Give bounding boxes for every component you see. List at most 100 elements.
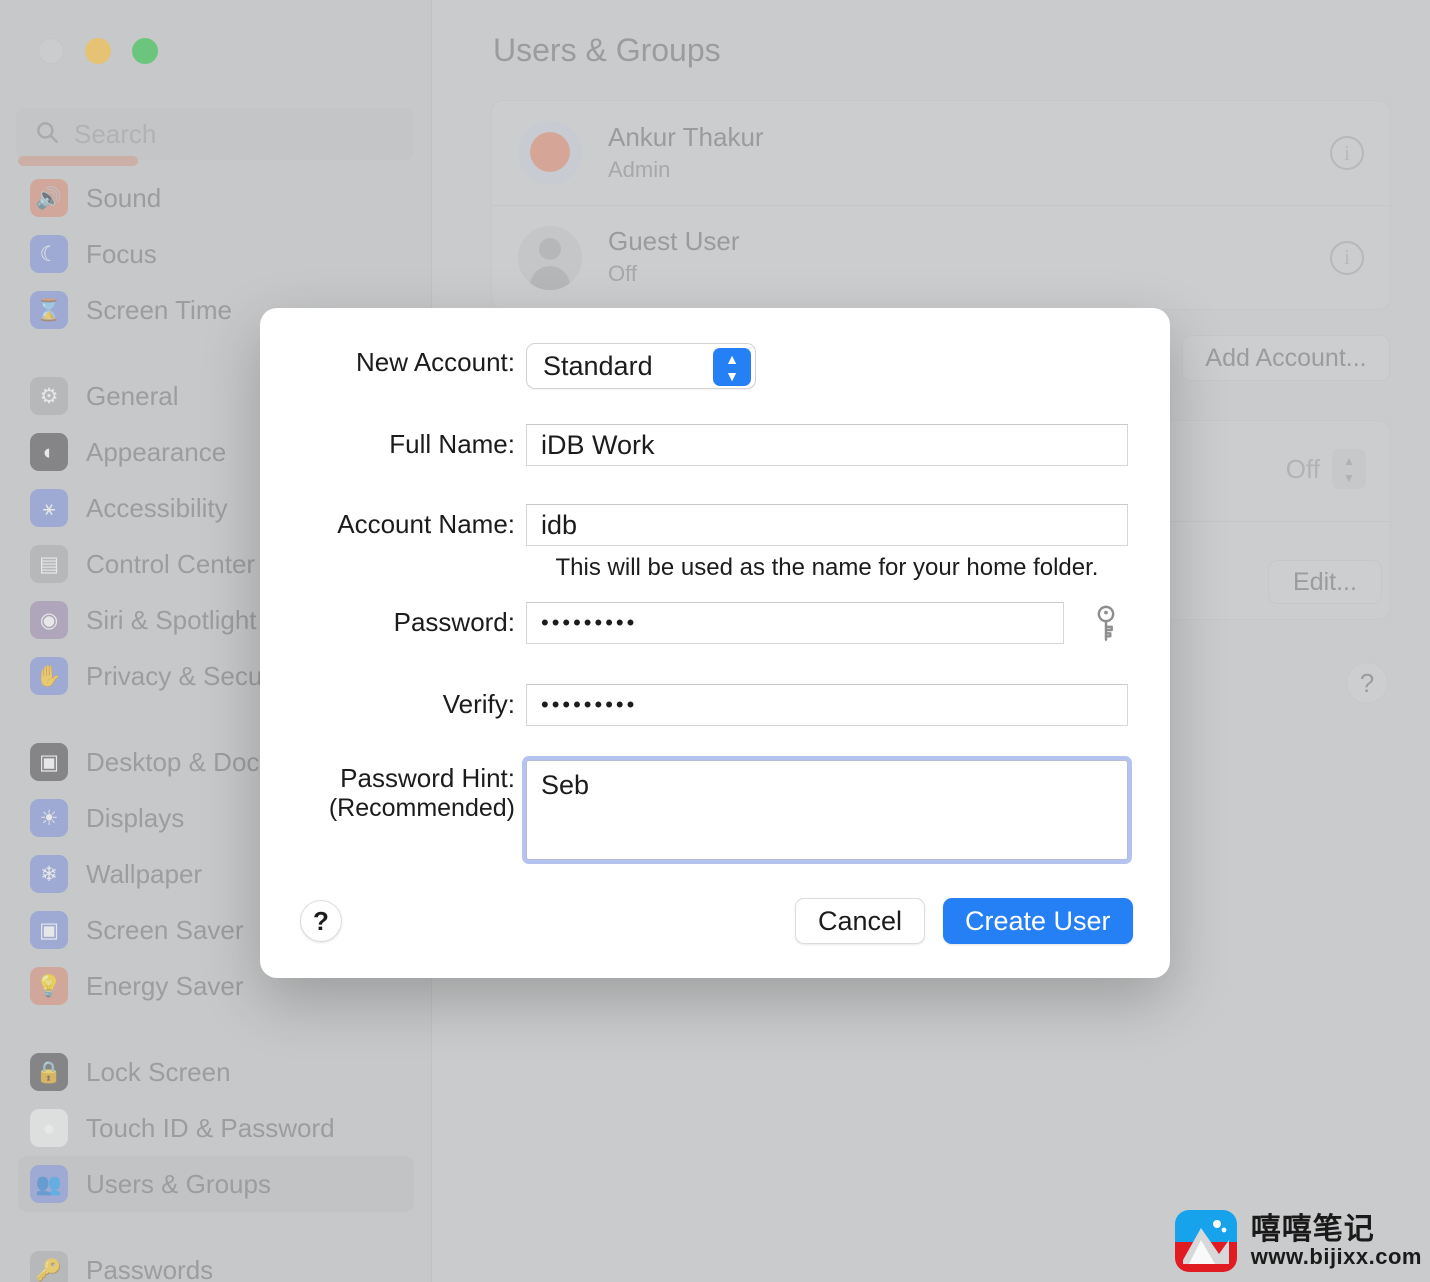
screen-root: Search 🔊 Sound ☾ Focus ⌛ Screen Time ⚙ General ◐… xyxy=(0,0,1430,1282)
sidebar-item-lock-screen[interactable]: 🔒 Lock Screen xyxy=(18,1044,414,1100)
sidebar-item-passwords[interactable]: 🔑 Passwords xyxy=(18,1242,414,1282)
create-user-button[interactable]: Create User xyxy=(943,898,1133,944)
sliders-icon: ▤ xyxy=(30,545,68,583)
window-traffic-lights xyxy=(38,38,158,64)
password-key-icon[interactable] xyxy=(1088,604,1124,644)
password-label: Password: xyxy=(393,607,515,637)
sidebar-item-label: Control Center xyxy=(86,548,256,579)
desktop-icon: ▣ xyxy=(30,743,68,781)
password-masked-value: ••••••••• xyxy=(541,610,638,635)
user-name: Guest User xyxy=(608,226,740,257)
table-row[interactable]: Ankur Thakur Admin i xyxy=(492,101,1390,205)
sidebar-item-label: General xyxy=(86,380,179,411)
sidebar-item-label: Accessibility xyxy=(86,492,228,523)
search-field[interactable]: Search xyxy=(16,108,414,160)
close-window-button[interactable] xyxy=(38,38,64,64)
sidebar-group-separator xyxy=(0,1014,431,1044)
siri-icon: ◉ xyxy=(30,601,68,639)
sidebar-item-label: Users & Groups xyxy=(86,1168,271,1199)
watermark-text: 嘻嘻笔记 www.bijixx.com xyxy=(1251,1214,1422,1269)
sidebar-item-label: Displays xyxy=(86,802,185,833)
full-name-input[interactable]: iDB Work xyxy=(526,424,1128,466)
sidebar-item-label: Wallpaper xyxy=(86,858,203,889)
user-info: Ankur Thakur Admin xyxy=(608,121,1304,186)
password-hint-sublabel: (Recommended) xyxy=(328,794,515,822)
dialog-help-button[interactable]: ? xyxy=(300,900,342,942)
sidebar-item-label: Desktop & Dock xyxy=(86,746,273,777)
full-name-label: Full Name: xyxy=(389,429,515,459)
search-placeholder: Search xyxy=(74,118,157,149)
bulb-icon: 💡 xyxy=(30,967,68,1005)
watermark: 嘻嘻笔记 www.bijixx.com xyxy=(1174,1210,1422,1272)
sidebar-item-label: Focus xyxy=(86,238,157,269)
new-account-value: Standard xyxy=(543,350,653,381)
sidebar-item-label: Passwords xyxy=(86,1254,214,1282)
account-name-label: Account Name: xyxy=(337,509,515,539)
sidebar-item-label: Energy Saver xyxy=(86,970,244,1001)
sidebar-item-touch-id-password[interactable]: ● Touch ID & Password xyxy=(18,1100,414,1156)
sidebar-item-label: Sound xyxy=(86,182,162,213)
watermark-logo-icon xyxy=(1174,1210,1237,1272)
password-hint-label: Password Hint: (Recommended) xyxy=(260,763,515,823)
accessibility-icon: ⚹ xyxy=(30,489,68,527)
table-row[interactable]: Guest User Off i xyxy=(492,205,1390,309)
moon-icon: ☾ xyxy=(30,235,68,273)
verify-masked-value: ••••••••• xyxy=(541,692,638,717)
new-account-select[interactable]: Standard ▲ ▼ xyxy=(526,343,756,389)
cancel-button[interactable]: Cancel xyxy=(795,898,926,944)
sidebar-item-label: Appearance xyxy=(86,436,227,467)
user-role: Admin xyxy=(608,156,671,182)
brightness-icon: ☀ xyxy=(30,799,68,837)
verify-input[interactable]: ••••••••• xyxy=(526,684,1128,726)
memoji-avatar xyxy=(518,121,582,185)
sidebar-item-label: Siri & Spotlight xyxy=(86,604,257,635)
sidebar-item-label: Lock Screen xyxy=(86,1056,231,1087)
sidebar-item-focus[interactable]: ☾ Focus xyxy=(18,226,414,282)
chevron-updown-icon: ▲ ▼ xyxy=(1332,449,1366,489)
automatic-login-select[interactable]: Off ▲ ▼ xyxy=(1286,449,1366,489)
users-list-card: Ankur Thakur Admin i Guest User Off i xyxy=(491,100,1391,310)
password-hint-textarea[interactable]: Seb xyxy=(526,760,1128,860)
hand-icon: ✋ xyxy=(30,657,68,695)
create-user-dialog: New Account: Standard ▲ ▼ Full Name: iDB … xyxy=(260,308,1170,978)
password-input[interactable]: ••••••••• xyxy=(526,602,1064,644)
maximize-window-button[interactable] xyxy=(132,38,158,64)
info-icon[interactable]: i xyxy=(1330,240,1364,275)
sidebar-scrolled-item-partial xyxy=(18,156,138,166)
watermark-url: www.bijixx.com xyxy=(1250,1244,1422,1270)
person-avatar xyxy=(518,225,582,290)
user-role: Off xyxy=(608,261,637,286)
password-hint-label-text: Password Hint: xyxy=(340,763,515,793)
automatic-login-value: Off xyxy=(1285,453,1320,484)
account-name-input[interactable]: idb xyxy=(526,504,1128,546)
watermark-title: 嘻嘻笔记 xyxy=(1250,1211,1375,1247)
key-icon: 🔑 xyxy=(30,1251,68,1282)
gear-icon: ⚙ xyxy=(30,377,68,415)
edit-button[interactable]: Edit... xyxy=(1268,560,1382,604)
sidebar-group-separator xyxy=(0,1212,431,1242)
hourglass-icon: ⌛ xyxy=(30,291,68,329)
sidebar-item-sound[interactable]: 🔊 Sound xyxy=(18,170,414,226)
screensaver-icon: ▣ xyxy=(30,911,68,949)
sidebar-item-label: Touch ID & Password xyxy=(86,1112,335,1143)
add-account-button[interactable]: Add Account... xyxy=(1182,335,1390,381)
chevron-updown-icon: ▲ ▼ xyxy=(713,348,751,386)
info-icon[interactable]: i xyxy=(1330,136,1364,170)
sidebar-item-label: Screen Time xyxy=(86,294,232,325)
minimize-window-button[interactable] xyxy=(85,38,111,64)
fingerprint-icon: ● xyxy=(30,1109,68,1147)
contrast-icon: ◐ xyxy=(30,433,68,471)
help-button[interactable]: ? xyxy=(1346,662,1388,704)
user-info: Guest User Off xyxy=(608,225,1304,290)
search-icon xyxy=(34,119,60,150)
verify-label: Verify: xyxy=(442,689,515,719)
new-account-label: New Account: xyxy=(356,347,515,377)
speaker-icon: 🔊 xyxy=(30,179,68,217)
user-name: Ankur Thakur xyxy=(608,121,764,152)
lock-icon: 🔒 xyxy=(30,1053,68,1091)
account-name-helper-text: This will be used as the name for your h… xyxy=(555,554,1099,581)
sidebar-item-label: Screen Saver xyxy=(86,914,244,945)
sidebar-item-users-groups[interactable]: 👥 Users & Groups xyxy=(18,1156,414,1212)
wallpaper-icon: ❄ xyxy=(30,855,68,893)
page-title: Users & Groups xyxy=(493,32,721,68)
